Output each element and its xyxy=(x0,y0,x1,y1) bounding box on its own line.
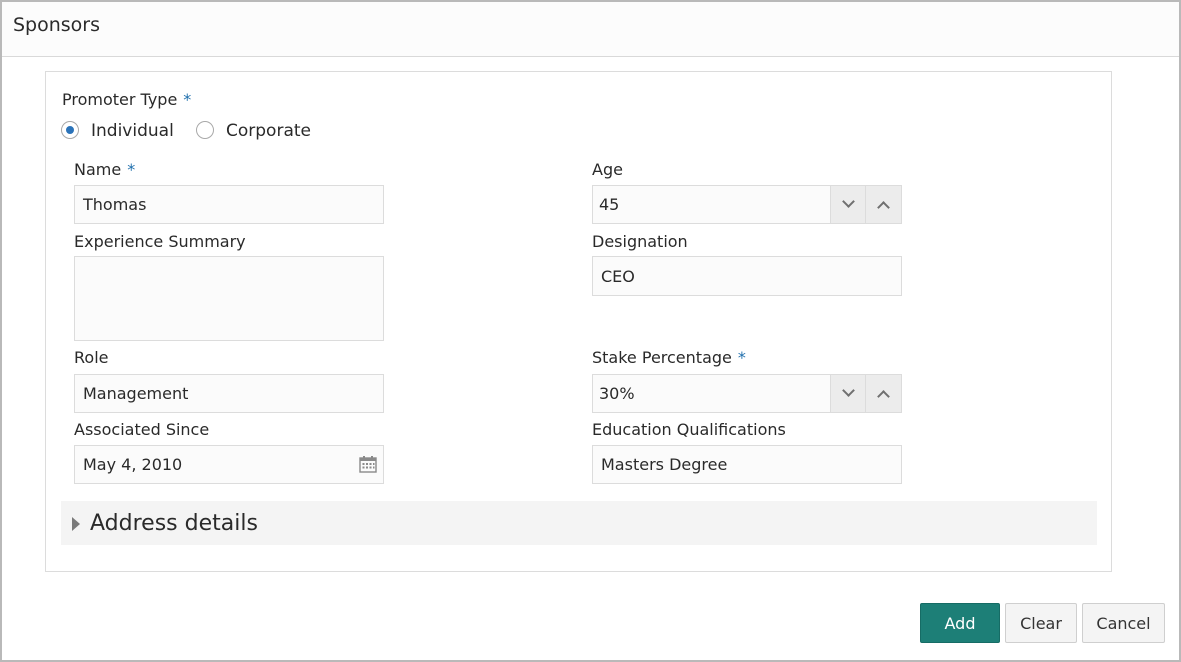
dialog-title: Sponsors xyxy=(13,14,101,36)
dialog-header: Sponsors xyxy=(2,2,1179,57)
radio-corporate[interactable] xyxy=(196,121,214,139)
address-details-label[interactable]: Address details xyxy=(90,511,258,536)
chevron-down-icon xyxy=(842,384,855,397)
name-label-text: Name xyxy=(74,160,122,179)
clear-button[interactable]: Clear xyxy=(1005,603,1077,643)
caret-right-icon xyxy=(72,517,80,531)
role-label: Role xyxy=(74,348,109,367)
stake-increment-button[interactable] xyxy=(865,375,901,412)
radio-individual-label[interactable]: Individual xyxy=(91,121,174,141)
chevron-up-icon xyxy=(877,201,890,214)
associated-since-label: Associated Since xyxy=(74,420,210,439)
education-qualifications-label: Education Qualifications xyxy=(592,420,786,439)
age-label: Age xyxy=(592,160,623,179)
address-details-accordion[interactable]: Address details xyxy=(61,501,1097,545)
promoter-type-label: Promoter Type * xyxy=(62,90,191,109)
promoter-type-label-text: Promoter Type xyxy=(62,90,178,109)
stake-percentage-label: Stake Percentage * xyxy=(592,348,746,367)
role-input[interactable]: Management xyxy=(74,374,384,413)
age-decrement-button[interactable] xyxy=(830,186,866,223)
experience-summary-label: Experience Summary xyxy=(74,232,246,251)
required-mark: * xyxy=(737,348,746,367)
calendar-icon[interactable] xyxy=(359,455,377,473)
add-button[interactable]: Add xyxy=(920,603,1000,643)
stake-percentage-value[interactable]: 30% xyxy=(599,375,635,412)
stake-decrement-button[interactable] xyxy=(830,375,866,412)
cancel-button[interactable]: Cancel xyxy=(1082,603,1165,643)
age-increment-button[interactable] xyxy=(865,186,901,223)
age-value[interactable]: 45 xyxy=(599,186,619,223)
required-mark: * xyxy=(127,160,136,179)
required-mark: * xyxy=(183,90,192,109)
radio-individual[interactable] xyxy=(61,121,79,139)
associated-since-date-input[interactable]: May 4, 2010 xyxy=(74,445,384,484)
designation-input[interactable]: CEO xyxy=(592,256,902,296)
associated-since-value[interactable]: May 4, 2010 xyxy=(83,455,182,474)
stake-percentage-label-text: Stake Percentage xyxy=(592,348,732,367)
name-input[interactable]: Thomas xyxy=(74,185,384,224)
education-qualifications-input[interactable]: Masters Degree xyxy=(592,445,902,484)
chevron-up-icon xyxy=(877,390,890,403)
experience-summary-textarea[interactable] xyxy=(74,256,384,341)
age-stepper[interactable]: 45 xyxy=(592,185,902,224)
name-label: Name * xyxy=(74,160,135,179)
chevron-down-icon xyxy=(842,195,855,208)
designation-label: Designation xyxy=(592,232,688,251)
stake-percentage-stepper[interactable]: 30% xyxy=(592,374,902,413)
radio-corporate-label[interactable]: Corporate xyxy=(226,121,311,141)
